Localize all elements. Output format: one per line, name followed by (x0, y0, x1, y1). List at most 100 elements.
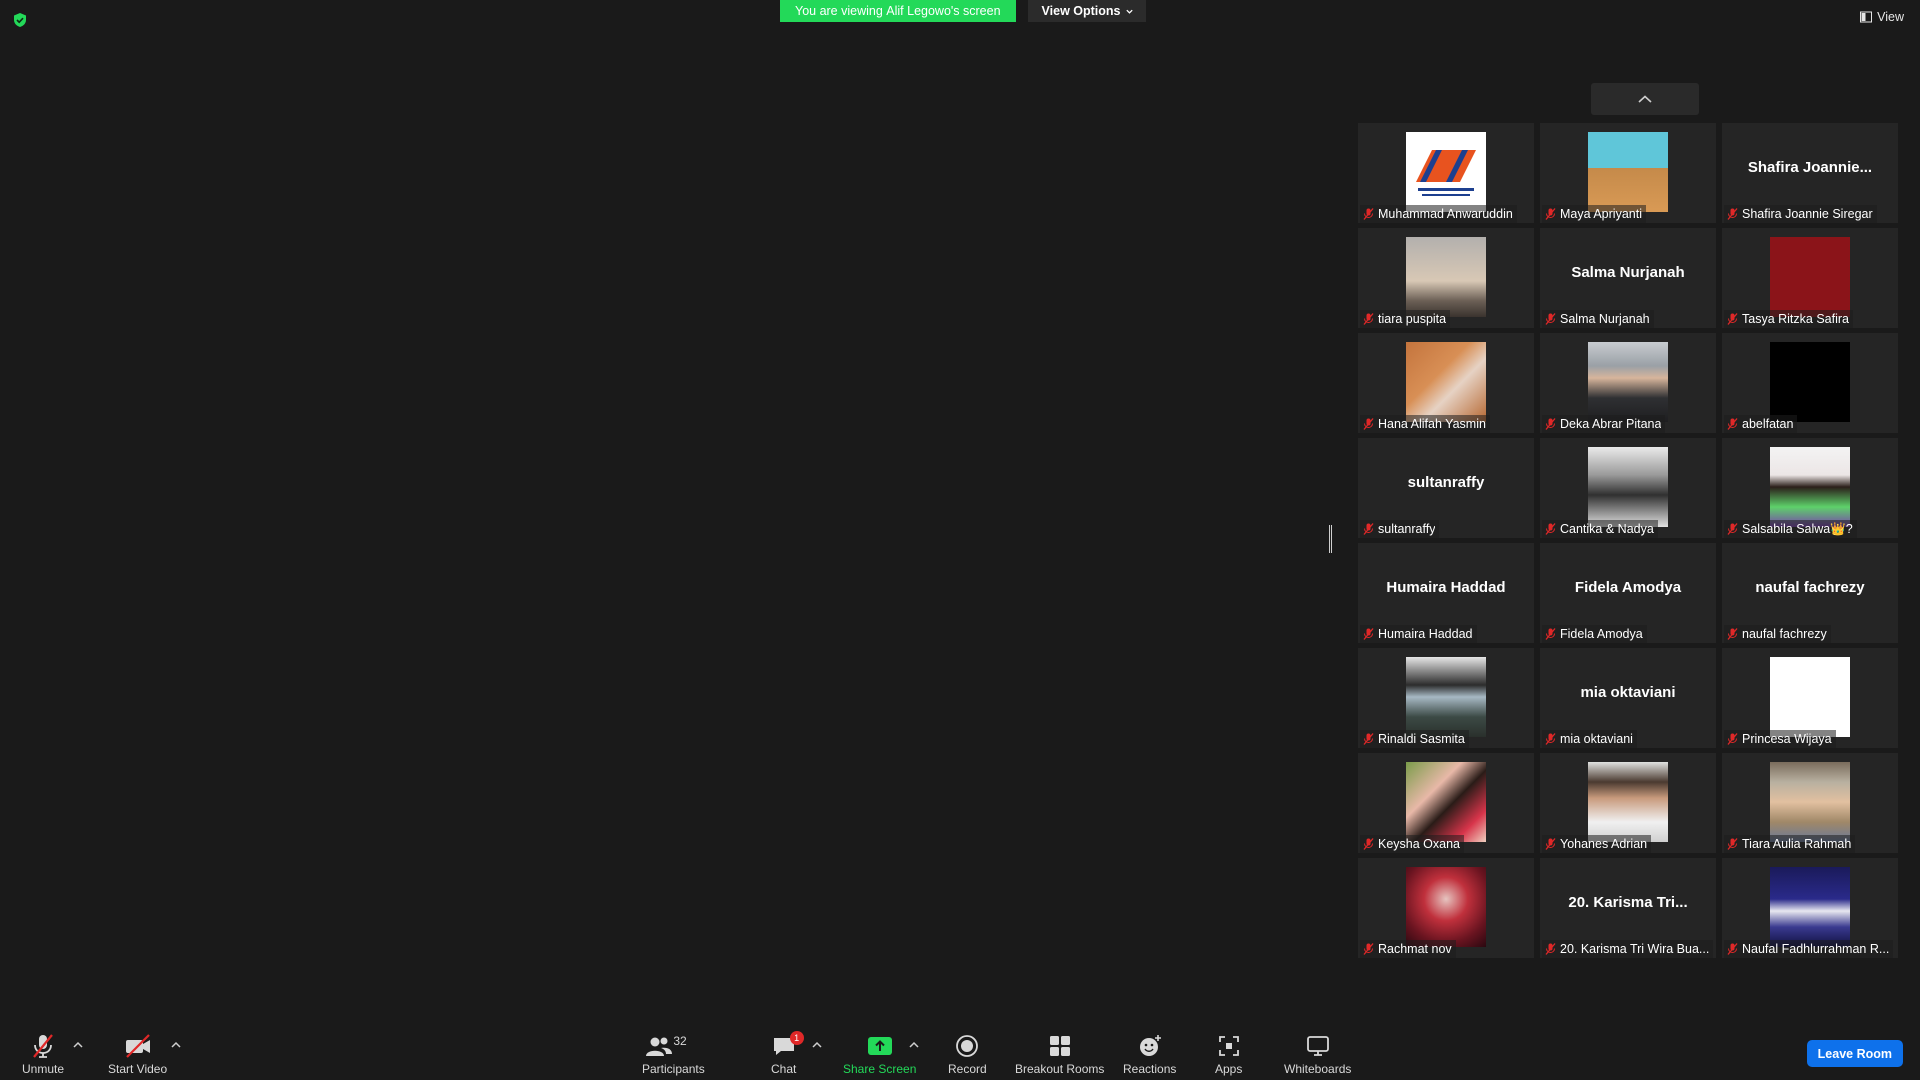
participant-tile[interactable]: Cantika & Nadya (1540, 438, 1716, 538)
participant-tile[interactable]: Hana Alifah Yasmin (1358, 333, 1534, 433)
participants-button[interactable]: 32 Participants (642, 1031, 705, 1076)
participants-icon (646, 1037, 673, 1056)
chevron-down-icon (1125, 9, 1133, 14)
participant-name-label: Hana Alifah Yasmin (1360, 415, 1490, 433)
participant-tile[interactable]: Keysha Oxana (1358, 753, 1534, 853)
participant-tile[interactable]: 20. Karisma Tri... 20. Karisma Tri Wira B… (1540, 858, 1716, 958)
participant-name: Keysha Oxana (1378, 837, 1460, 851)
leave-room-label: Leave Room (1817, 1046, 1892, 1061)
microphone-muted-icon (1727, 523, 1738, 535)
chat-button[interactable]: 1 Chat (771, 1031, 804, 1076)
gallery-scroll-up-button[interactable] (1591, 83, 1699, 115)
participant-name-label: Naufal Fadhlurrahman R... (1724, 940, 1894, 958)
participant-tile[interactable]: tiara puspita (1358, 228, 1534, 328)
participant-name: Humaira Haddad (1378, 627, 1473, 641)
microphone-muted-icon (1545, 628, 1556, 640)
participant-display-name: Fidela Amodya (1574, 579, 1682, 596)
participant-display-name: Salma Nurjanah (1571, 264, 1685, 281)
leave-room-button[interactable]: Leave Room (1806, 1040, 1903, 1067)
participant-tile[interactable]: Deka Abrar Pitana (1540, 333, 1716, 433)
participant-tile[interactable]: naufal fachrezy naufal fachrezy (1722, 543, 1898, 643)
whiteboards-button[interactable]: Whiteboards (1284, 1031, 1351, 1076)
participant-name: Cantika & Nadya (1560, 522, 1654, 536)
participant-name: Naufal Fadhlurrahman R... (1742, 942, 1890, 956)
participant-name-label: Keysha Oxana (1360, 835, 1464, 853)
participant-name-label: Salma Nurjanah (1542, 310, 1654, 328)
microphone-muted-icon (1363, 628, 1374, 640)
start-video-button[interactable]: Start Video (108, 1031, 167, 1076)
participant-tile[interactable]: Muhammad Anwaruddin (1358, 123, 1534, 223)
participant-tile[interactable]: Salma Nurjanah Salma Nurjanah (1540, 228, 1716, 328)
participant-name-label: Tiara Aulia Rahmah (1724, 835, 1856, 853)
participant-video-thumbnail (1770, 657, 1850, 737)
audio-options-chevron-icon[interactable] (72, 1040, 84, 1050)
participant-name: Tiara Aulia Rahmah (1742, 837, 1852, 851)
viewing-screen-notice: You are viewing Alif Legowo's screen (780, 0, 1016, 22)
participant-video-thumbnail (1406, 867, 1486, 947)
share-screen-button[interactable]: Share Screen (843, 1031, 916, 1076)
chat-options-chevron-icon[interactable] (811, 1040, 823, 1050)
participant-name: naufal fachrezy (1742, 627, 1827, 641)
participant-tile[interactable]: Rachmat nov (1358, 858, 1534, 958)
panel-resize-handle[interactable] (1329, 525, 1332, 553)
participant-tile[interactable]: Naufal Fadhlurrahman R... (1722, 858, 1898, 958)
microphone-muted-icon (1363, 838, 1374, 850)
view-options-button[interactable]: View Options (1027, 0, 1146, 22)
shield-check-icon[interactable] (12, 12, 28, 28)
participant-video-thumbnail (1588, 132, 1668, 212)
participant-tile[interactable]: mia oktaviani mia oktaviani (1540, 648, 1716, 748)
participant-tile[interactable]: Yohanes Adrian (1540, 753, 1716, 853)
record-button[interactable]: Record (948, 1031, 987, 1076)
participant-name: abelfatan (1742, 417, 1794, 431)
microphone-muted-icon (1363, 733, 1374, 745)
microphone-muted-icon (1727, 943, 1738, 955)
participant-tile[interactable]: Shafira Joannie... Shafira Joannie Sirega… (1722, 123, 1898, 223)
video-options-chevron-icon[interactable] (170, 1040, 182, 1050)
microphone-muted-icon (1545, 943, 1556, 955)
chat-label: Chat (771, 1062, 797, 1076)
microphone-muted-icon (1727, 208, 1738, 220)
participant-video-thumbnail (1588, 342, 1668, 422)
participant-tile[interactable]: Princesa Wijaya (1722, 648, 1898, 748)
microphone-muted-icon (1727, 628, 1738, 640)
participant-name-label: sultanraffy (1360, 520, 1440, 538)
participant-tile[interactable]: Tiara Aulia Rahmah (1722, 753, 1898, 853)
participant-display-name: 20. Karisma Tri... (1568, 894, 1688, 911)
reactions-button[interactable]: Reactions (1123, 1031, 1176, 1076)
participant-name-label: Shafira Joannie Siregar (1724, 205, 1877, 223)
participant-video-thumbnail (1770, 447, 1850, 527)
breakout-rooms-button[interactable]: Breakout Rooms (1015, 1031, 1104, 1076)
participant-tile[interactable]: Humaira Haddad Humaira Haddad (1358, 543, 1534, 643)
participants-label: Participants (642, 1062, 705, 1076)
participant-tile[interactable]: Rinaldi Sasmita (1358, 648, 1534, 748)
screen-share-banner: You are viewing Alif Legowo's screen Vie… (780, 0, 1146, 22)
microphone-muted-icon (1545, 418, 1556, 430)
microphone-muted-icon (1727, 733, 1738, 745)
meeting-toolbar: Unmute Start Video 32 Participants 1 Cha… (0, 1020, 1920, 1080)
unmute-button[interactable]: Unmute (22, 1031, 64, 1076)
participant-tile[interactable]: Fidela Amodya Fidela Amodya (1540, 543, 1716, 643)
microphone-muted-icon (1363, 418, 1374, 430)
participant-name-label: mia oktaviani (1542, 730, 1637, 748)
participant-tile[interactable]: Maya Apriyanti (1540, 123, 1716, 223)
participant-tile[interactable]: abelfatan (1722, 333, 1898, 433)
microphone-muted-icon (1545, 733, 1556, 745)
microphone-muted-icon (1727, 313, 1738, 325)
view-button[interactable]: View (1860, 10, 1904, 24)
participant-tile[interactable]: Salsabila Salwa👑? (1722, 438, 1898, 538)
participant-display-name: Humaira Haddad (1386, 579, 1506, 596)
participant-name-label: Deka Abrar Pitana (1542, 415, 1666, 433)
participant-video-thumbnail (1406, 132, 1486, 212)
microphone-muted-icon (1727, 838, 1738, 850)
participant-tile[interactable]: Tasya Ritzka Safira (1722, 228, 1898, 328)
participant-name-label: Tasya Ritzka Safira (1724, 310, 1853, 328)
apps-button[interactable]: Apps (1215, 1031, 1242, 1076)
share-options-chevron-icon[interactable] (908, 1040, 920, 1050)
participant-display-name: Shafira Joannie... (1747, 159, 1873, 176)
participant-name-label: Rachmat nov (1360, 940, 1456, 958)
participants-count: 32 (673, 1034, 687, 1048)
participant-tile[interactable]: sultanraffy sultanraffy (1358, 438, 1534, 538)
participant-name-label: 20. Karisma Tri Wira Bua... (1542, 940, 1714, 958)
start-video-label: Start Video (108, 1062, 168, 1076)
share-screen-icon (867, 1037, 892, 1055)
